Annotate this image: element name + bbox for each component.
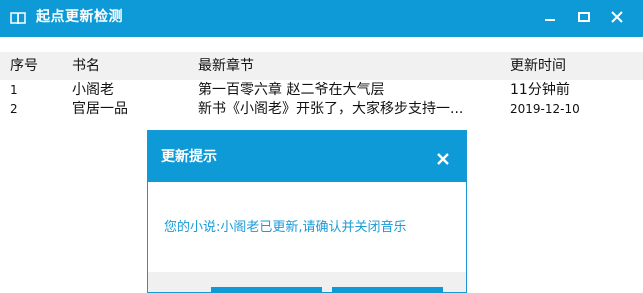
title-bar: 起点更新检测 bbox=[0, 0, 643, 37]
header-book-title[interactable]: 书名 bbox=[72, 57, 100, 75]
header-update-time[interactable]: 更新时间 bbox=[510, 57, 566, 75]
header-index[interactable]: 序号 bbox=[10, 57, 38, 75]
dialog-message: 您的小说:小阁老已更新,请确认并关闭音乐 bbox=[164, 220, 407, 235]
maximize-icon[interactable] bbox=[576, 9, 592, 25]
header-latest-chapter[interactable]: 最新章节 bbox=[198, 57, 254, 75]
row-index: 1 bbox=[10, 83, 18, 97]
row-latest-chapter: 新书《小阁老》开张了，大家移步支持一... bbox=[198, 101, 464, 117]
row-latest-chapter: 第一百零六章 赵二爷在大气层 bbox=[198, 82, 385, 98]
table-header: 序号 书名 最新章节 更新时间 bbox=[0, 52, 643, 80]
minimize-icon[interactable] bbox=[542, 9, 558, 25]
dialog-footer bbox=[148, 272, 466, 292]
table-row[interactable]: 1 小阁老 第一百零六章 赵二爷在大气层 11分钟前 bbox=[0, 81, 643, 99]
dialog-left-button[interactable] bbox=[211, 287, 322, 292]
window-title: 起点更新检测 bbox=[36, 9, 123, 25]
update-dialog: 更新提示 您的小说:小阁老已更新,请确认并关闭音乐 bbox=[147, 130, 467, 293]
close-icon[interactable] bbox=[609, 9, 625, 25]
dialog-header: 更新提示 bbox=[148, 131, 466, 182]
row-book-title: 官居一品 bbox=[72, 101, 128, 117]
row-index: 2 bbox=[10, 102, 18, 116]
dialog-right-button[interactable] bbox=[332, 287, 443, 292]
row-book-title: 小阁老 bbox=[72, 82, 114, 98]
dialog-title: 更新提示 bbox=[161, 149, 217, 165]
close-icon[interactable] bbox=[436, 151, 450, 165]
row-update-time: 11分钟前 bbox=[510, 82, 570, 98]
book-icon bbox=[9, 9, 27, 27]
table-row[interactable]: 2 官居一品 新书《小阁老》开张了，大家移步支持一... 2019-12-10 bbox=[0, 100, 643, 118]
row-update-time: 2019-12-10 bbox=[510, 102, 580, 116]
